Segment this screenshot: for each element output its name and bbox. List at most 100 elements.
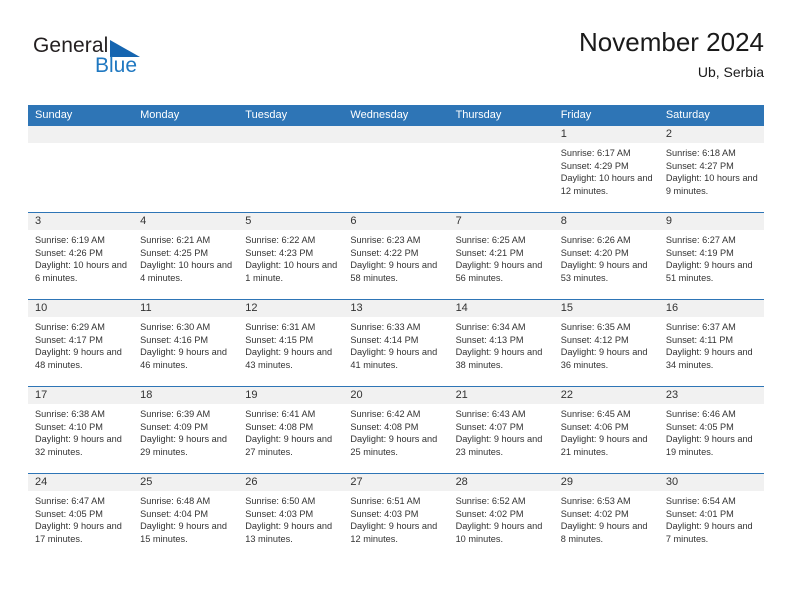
- daylight-text: Daylight: 10 hours and 1 minute.: [245, 260, 338, 283]
- title-block: November 2024 Ub, Serbia: [579, 26, 764, 81]
- sunset-text: Sunset: 4:29 PM: [560, 160, 629, 171]
- calendar-day-cell[interactable]: 4 Sunrise: 6:21 AM Sunset: 4:25 PM Daylight…: [133, 212, 239, 300]
- day-number: 1: [553, 126, 659, 143]
- day-sun-info: Sunrise: 6:47 AM Sunset: 4:05 PM Daylight:…: [28, 491, 133, 545]
- calendar-day-cell[interactable]: 27 Sunrise: 6:51 AM Sunset: 4:03 PM Dayligh…: [343, 473, 449, 560]
- sunrise-text: Sunrise: 6:37 AM: [665, 322, 736, 332]
- day-sun-info: Sunrise: 6:50 AM Sunset: 4:03 PM Daylight:…: [238, 491, 343, 545]
- daylight-text: Daylight: 10 hours and 6 minutes.: [35, 260, 127, 283]
- calendar-day-cell[interactable]: 6 Sunrise: 6:23 AM Sunset: 4:22 PM Daylight…: [343, 212, 449, 300]
- day-sun-info: Sunrise: 6:39 AM Sunset: 4:09 PM Daylight:…: [133, 404, 238, 458]
- weekday-header-saturday: Saturday: [658, 105, 764, 126]
- daylight-text: Daylight: 9 hours and 38 minutes.: [455, 347, 543, 370]
- calendar-day-cell[interactable]: 17 Sunrise: 6:38 AM Sunset: 4:10 PM Dayligh…: [28, 386, 134, 474]
- calendar-day-cell[interactable]: 10 Sunrise: 6:29 AM Sunset: 4:17 PM Dayligh…: [28, 299, 134, 387]
- daylight-text: Daylight: 10 hours and 4 minutes.: [140, 260, 233, 283]
- sunset-text: Sunset: 4:01 PM: [665, 508, 734, 519]
- calendar-day-cell[interactable]: 7 Sunrise: 6:25 AM Sunset: 4:21 PM Daylight…: [448, 212, 554, 300]
- calendar-day-cell[interactable]: 25 Sunrise: 6:48 AM Sunset: 4:04 PM Dayligh…: [133, 473, 239, 560]
- daylight-text: Daylight: 9 hours and 46 minutes.: [140, 347, 227, 370]
- day-number: 25: [133, 474, 239, 491]
- calendar-day-cell[interactable]: 28 Sunrise: 6:52 AM Sunset: 4:02 PM Dayligh…: [448, 473, 554, 560]
- sunrise-text: Sunrise: 6:23 AM: [350, 235, 421, 245]
- calendar-day-cell[interactable]: 29 Sunrise: 6:53 AM Sunset: 4:02 PM Dayligh…: [553, 473, 659, 560]
- calendar-day-cell[interactable]: 26 Sunrise: 6:50 AM Sunset: 4:03 PM Dayligh…: [238, 473, 344, 560]
- calendar-day-cell[interactable]: 3 Sunrise: 6:19 AM Sunset: 4:26 PM Daylight…: [28, 212, 134, 300]
- day-sun-info: Sunrise: 6:17 AM Sunset: 4:29 PM Daylight:…: [554, 143, 659, 197]
- day-number: 30: [658, 474, 764, 491]
- daylight-text: Daylight: 9 hours and 36 minutes.: [560, 347, 648, 370]
- calendar-day-cell[interactable]: 9 Sunrise: 6:27 AM Sunset: 4:19 PM Daylight…: [658, 212, 764, 300]
- day-number: 18: [133, 387, 239, 404]
- sunset-text: Sunset: 4:25 PM: [140, 247, 209, 258]
- calendar-day-cell[interactable]: 11 Sunrise: 6:30 AM Sunset: 4:16 PM Dayligh…: [133, 299, 239, 387]
- sunset-text: Sunset: 4:02 PM: [560, 508, 629, 519]
- sunrise-text: Sunrise: 6:50 AM: [245, 496, 316, 506]
- sunrise-text: Sunrise: 6:25 AM: [455, 235, 526, 245]
- weekday-header-sunday: Sunday: [28, 105, 134, 126]
- sunset-text: Sunset: 4:17 PM: [35, 334, 103, 345]
- day-number: 5: [238, 213, 344, 230]
- daylight-text: Daylight: 9 hours and 10 minutes.: [455, 521, 543, 544]
- daylight-text: Daylight: 9 hours and 53 minutes.: [560, 260, 648, 283]
- day-sun-info: Sunrise: 6:19 AM Sunset: 4:26 PM Daylight:…: [28, 230, 133, 284]
- calendar-day-cell[interactable]: 20 Sunrise: 6:42 AM Sunset: 4:08 PM Dayligh…: [343, 386, 449, 474]
- daylight-text: Daylight: 10 hours and 9 minutes.: [665, 173, 758, 196]
- day-number: 16: [658, 300, 764, 317]
- day-number: 13: [343, 300, 449, 317]
- logo-text-blue: Blue: [95, 54, 138, 77]
- calendar-day-cell[interactable]: 16 Sunrise: 6:37 AM Sunset: 4:11 PM Dayligh…: [658, 299, 764, 387]
- calendar-day-cell[interactable]: 13 Sunrise: 6:33 AM Sunset: 4:14 PM Dayligh…: [343, 299, 449, 387]
- calendar-day-cell[interactable]: 18 Sunrise: 6:39 AM Sunset: 4:09 PM Dayligh…: [133, 386, 239, 474]
- calendar-day-cell[interactable]: 12 Sunrise: 6:31 AM Sunset: 4:15 PM Dayligh…: [238, 299, 344, 387]
- calendar-day-cell[interactable]: 30 Sunrise: 6:54 AM Sunset: 4:01 PM Dayligh…: [658, 473, 764, 560]
- sunrise-text: Sunrise: 6:34 AM: [455, 322, 526, 332]
- day-number: 17: [28, 387, 134, 404]
- sunrise-text: Sunrise: 6:47 AM: [35, 496, 105, 506]
- sunset-text: Sunset: 4:19 PM: [665, 247, 734, 258]
- daylight-text: Daylight: 9 hours and 25 minutes.: [350, 434, 438, 457]
- page-subtitle-location: Ub, Serbia: [697, 64, 764, 80]
- day-sun-info: Sunrise: 6:42 AM Sunset: 4:08 PM Daylight:…: [343, 404, 448, 458]
- sunset-text: Sunset: 4:20 PM: [560, 247, 629, 258]
- sunrise-text: Sunrise: 6:33 AM: [350, 322, 421, 332]
- calendar-day-cell[interactable]: 19 Sunrise: 6:41 AM Sunset: 4:08 PM Dayligh…: [238, 386, 344, 474]
- daylight-text: Daylight: 9 hours and 29 minutes.: [140, 434, 227, 457]
- daylight-text: Daylight: 9 hours and 27 minutes.: [245, 434, 333, 457]
- calendar-day-cell[interactable]: 23 Sunrise: 6:46 AM Sunset: 4:05 PM Dayligh…: [658, 386, 764, 474]
- sunset-text: Sunset: 4:16 PM: [140, 334, 209, 345]
- sunrise-text: Sunrise: 6:26 AM: [560, 235, 631, 245]
- sunrise-text: Sunrise: 6:52 AM: [455, 496, 526, 506]
- sunset-text: Sunset: 4:26 PM: [35, 247, 103, 258]
- sunrise-text: Sunrise: 6:31 AM: [245, 322, 316, 332]
- sunset-text: Sunset: 4:09 PM: [140, 421, 209, 432]
- calendar-day-cell[interactable]: 1 Sunrise: 6:17 AM Sunset: 4:29 PM Daylight…: [553, 125, 659, 213]
- day-sun-info: Sunrise: 6:46 AM Sunset: 4:05 PM Daylight:…: [659, 404, 764, 458]
- general-blue-logo[interactable]: General Blue: [33, 34, 168, 86]
- calendar-day-cell[interactable]: 14 Sunrise: 6:34 AM Sunset: 4:13 PM Dayligh…: [448, 299, 554, 387]
- calendar-day-cell[interactable]: 15 Sunrise: 6:35 AM Sunset: 4:12 PM Dayligh…: [553, 299, 659, 387]
- daylight-text: Daylight: 9 hours and 34 minutes.: [665, 347, 753, 370]
- calendar-day-cell[interactable]: 2 Sunrise: 6:18 AM Sunset: 4:27 PM Daylight…: [658, 125, 764, 213]
- day-number: 11: [133, 300, 239, 317]
- day-sun-info: Sunrise: 6:26 AM Sunset: 4:20 PM Daylight:…: [554, 230, 659, 284]
- calendar-week-row: 17 Sunrise: 6:38 AM Sunset: 4:10 PM Dayligh…: [28, 386, 764, 474]
- sunset-text: Sunset: 4:02 PM: [455, 508, 524, 519]
- day-number: 22: [553, 387, 659, 404]
- day-number: 15: [553, 300, 659, 317]
- sunset-text: Sunset: 4:08 PM: [350, 421, 419, 432]
- daylight-text: Daylight: 9 hours and 8 minutes.: [560, 521, 648, 544]
- calendar-day-cell[interactable]: 22 Sunrise: 6:45 AM Sunset: 4:06 PM Dayligh…: [553, 386, 659, 474]
- day-sun-info: Sunrise: 6:30 AM Sunset: 4:16 PM Daylight:…: [133, 317, 238, 371]
- calendar-day-cell[interactable]: 21 Sunrise: 6:43 AM Sunset: 4:07 PM Dayligh…: [448, 386, 554, 474]
- page-title: November 2024: [579, 27, 764, 57]
- calendar-day-cell[interactable]: 24 Sunrise: 6:47 AM Sunset: 4:05 PM Dayligh…: [28, 473, 134, 560]
- weekday-header-friday: Friday: [553, 105, 659, 126]
- daylight-text: Daylight: 9 hours and 56 minutes.: [455, 260, 543, 283]
- day-number: [28, 126, 134, 143]
- sunset-text: Sunset: 4:03 PM: [245, 508, 314, 519]
- sunset-text: Sunset: 4:10 PM: [35, 421, 103, 432]
- calendar-day-cell[interactable]: 5 Sunrise: 6:22 AM Sunset: 4:23 PM Daylight…: [238, 212, 344, 300]
- calendar-day-cell[interactable]: 8 Sunrise: 6:26 AM Sunset: 4:20 PM Daylight…: [553, 212, 659, 300]
- calendar-day-cell-empty: [28, 125, 134, 213]
